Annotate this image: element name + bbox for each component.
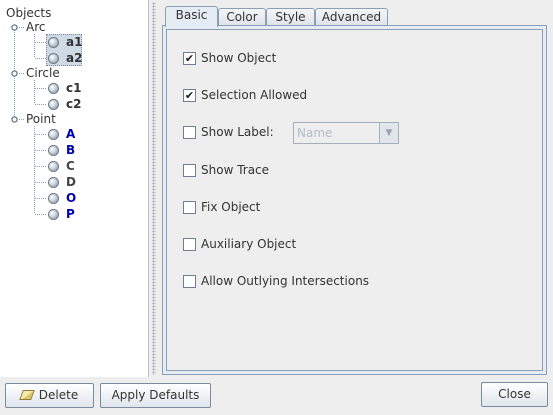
splitter-grip-icon	[152, 2, 156, 375]
tree-item-D[interactable]: D	[66, 174, 76, 190]
tree-item-a1[interactable]: a1	[66, 34, 82, 50]
tab-style[interactable]: Style	[266, 8, 315, 26]
tree-item-label: B	[66, 143, 76, 157]
tree-item-O[interactable]: O	[66, 190, 76, 206]
tree-connector	[35, 134, 47, 135]
tab-color[interactable]: Color	[218, 8, 266, 26]
tree-item-a2[interactable]: a2	[66, 50, 82, 66]
point-object-icon	[48, 177, 59, 188]
tree-item-label: a2	[66, 51, 83, 65]
delete-button[interactable]: Delete	[5, 383, 94, 408]
close-button[interactable]: Close	[481, 382, 548, 407]
arc-object-icon	[48, 37, 59, 48]
tree-item-label: A	[66, 127, 76, 141]
tree-connector	[17, 119, 25, 120]
tree-connector	[35, 182, 47, 183]
tab-content-basic: ✔ Show Object ✔ Selection Allowed Show L…	[162, 25, 547, 375]
checkbox-checked-icon: ✔	[183, 52, 196, 65]
tree-connector	[35, 214, 47, 215]
checkbox-unchecked-icon	[183, 238, 196, 251]
tree-item-label: O	[66, 191, 77, 205]
point-object-icon	[48, 161, 59, 172]
checkbox-label: Fix Object	[201, 200, 261, 214]
checkbox-label: Allow Outlying Intersections	[201, 274, 370, 288]
tab-label: Style	[275, 10, 306, 24]
tree-item-label: a1	[66, 35, 83, 49]
tree-connector	[35, 150, 47, 151]
point-object-icon	[48, 209, 59, 220]
checkbox-label: Selection Allowed	[201, 88, 308, 102]
checkbox-unchecked-icon	[183, 126, 196, 139]
arc-object-icon	[48, 53, 59, 64]
button-label: Apply Defaults	[111, 388, 200, 402]
tree-root-label: Objects	[6, 6, 52, 20]
circle-object-icon	[48, 99, 59, 110]
tab-label: Advanced	[321, 10, 382, 24]
tree-item-c2[interactable]: c2	[66, 96, 81, 112]
tree-group-label: Point	[26, 112, 56, 126]
checkbox-label: Show Label:	[201, 125, 274, 139]
tree-item-P[interactable]: P	[66, 206, 75, 222]
tab-basic[interactable]: Basic	[165, 6, 218, 27]
point-object-icon	[48, 193, 59, 204]
circle-object-icon	[48, 83, 59, 94]
tree-group-label: Circle	[26, 66, 60, 80]
checkbox-unchecked-icon	[183, 275, 196, 288]
button-label: Delete	[38, 388, 79, 402]
tree-item-label: c1	[66, 81, 82, 95]
tree-connector	[34, 126, 35, 214]
tree-item-label: P	[66, 207, 75, 221]
tree-connector	[34, 34, 35, 58]
button-label: Close	[498, 387, 531, 401]
tab-label: Basic	[175, 8, 208, 22]
label-mode-select[interactable]: Name ▼	[293, 122, 399, 144]
tree-item-B[interactable]: B	[66, 142, 75, 158]
tree-item-label: c2	[66, 97, 82, 111]
panel-splitter[interactable]	[150, 0, 158, 377]
tree-item-label: C	[66, 159, 75, 173]
checkbox-unchecked-icon	[183, 201, 196, 214]
tab-label: Color	[226, 10, 258, 24]
tree-item-C[interactable]: C	[66, 158, 75, 174]
tree-connector	[35, 198, 47, 199]
basic-options-panel: ✔ Show Object ✔ Selection Allowed Show L…	[166, 29, 543, 371]
tab-advanced[interactable]: Advanced	[315, 8, 388, 26]
tree-connector	[34, 80, 35, 104]
tree-item-A[interactable]: A	[66, 126, 75, 142]
tree-connector	[35, 88, 47, 89]
eraser-icon	[18, 390, 35, 400]
tree-connector	[35, 104, 47, 105]
select-value: Name	[297, 126, 333, 140]
chevron-down-icon[interactable]: ▼	[379, 123, 398, 143]
tree-group-arc[interactable]: Arc	[26, 19, 45, 35]
tree-group-circle[interactable]: Circle	[26, 65, 60, 81]
point-object-icon	[48, 129, 59, 140]
object-tree[interactable]: Objects Arc a1 a2 Circle c1 c2 Point A B	[0, 0, 149, 377]
checkbox-checked-icon: ✔	[183, 89, 196, 102]
tree-connector	[35, 166, 47, 167]
checkbox-label: Show Trace	[201, 163, 270, 177]
tree-item-label: D	[66, 175, 76, 189]
show-label-checkbox[interactable]: Show Label: Name ▼	[183, 122, 413, 144]
tree-connector	[17, 27, 25, 28]
tree-group-point[interactable]: Point	[26, 111, 56, 127]
tree-item-c1[interactable]: c1	[66, 80, 81, 96]
checkbox-label: Auxiliary Object	[201, 237, 297, 251]
tree-group-label: Arc	[26, 20, 46, 34]
apply-defaults-button[interactable]: Apply Defaults	[100, 383, 211, 408]
checkbox-label: Show Object	[201, 51, 277, 65]
point-object-icon	[48, 145, 59, 156]
tree-connector	[17, 73, 25, 74]
checkbox-unchecked-icon	[183, 164, 196, 177]
